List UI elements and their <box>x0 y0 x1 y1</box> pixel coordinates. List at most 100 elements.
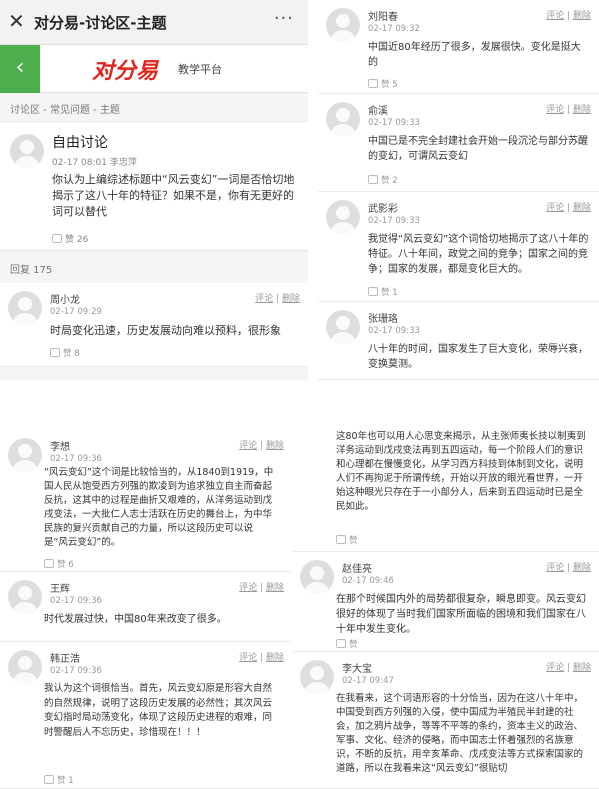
avatar <box>8 438 42 472</box>
delete-link[interactable]: 删除 <box>573 663 591 673</box>
post-body: 中国已是不完全封建社会开始一段沉沦与部分苏醒的变幻，可谓风云变幻 <box>368 136 588 162</box>
avatar <box>326 102 360 136</box>
post-body: 我觉得“风云变幻”这个词恰切地揭示了这八十年的特征。八十年间，政党之间的竞争；国… <box>368 234 589 275</box>
thumbs-up-icon <box>336 639 346 648</box>
back-button[interactable]: ‹ <box>0 45 40 93</box>
comment-link[interactable]: 评论 <box>239 653 257 663</box>
comment-link[interactable]: 评论 <box>546 663 564 673</box>
separator: | <box>260 441 264 451</box>
delete-link[interactable]: 删除 <box>573 105 591 115</box>
reply-post: 赵佳亮 02-17 09:46 评论 | 删除 在那个时候国内外的局势都很复杂，… <box>292 552 599 652</box>
post-time: 02-17 09:36 <box>50 454 102 464</box>
post-author: 王辉 <box>50 584 70 595</box>
post-body: “风云变幻”这个词是比较恰当的，从1840到1919，中国人民从饱受西方列强的欺… <box>44 467 274 548</box>
delete-link[interactable]: 删除 <box>573 563 591 573</box>
post-time: 02-17 09:36 <box>50 666 102 676</box>
topic-card: 自由讨论 02-17 08:01 李忠萍 你认为上编综述标题中“风云变幻”一词是… <box>0 121 308 251</box>
post-actions: 评论 | 删除 <box>239 650 284 663</box>
reply-post: 李想 02-17 09:36 评论 | 删除 “风云变幻”这个词是比较恰当的，从… <box>0 430 292 572</box>
post-actions: 评论 | 删除 <box>546 102 591 115</box>
separator: | <box>276 294 280 304</box>
post-actions: 评论 | 删除 <box>546 8 591 21</box>
close-icon[interactable]: ✕ <box>8 9 25 33</box>
comment-link[interactable]: 评论 <box>239 441 257 451</box>
reply-post: 俞溪 02-17 09:33 评论 | 删除 中国已是不完全封建社会开始一段沉沦… <box>318 94 599 192</box>
more-icon[interactable]: ··· <box>274 8 294 29</box>
post-actions: 评论 | 删除 <box>239 438 284 451</box>
delete-link[interactable]: 删除 <box>573 11 591 21</box>
thumbs-up-icon <box>44 775 54 784</box>
delete-link[interactable]: 删除 <box>266 583 284 593</box>
comment-link[interactable]: 评论 <box>546 105 564 115</box>
reply-post: 李大宝 02-17 09:47 评论 | 删除 在我看来，这个词语形容的十分恰当… <box>292 652 599 789</box>
post-author: 张珊珞 <box>368 314 398 325</box>
like-button[interactable]: 赞 6 <box>44 558 74 570</box>
like-count: 赞 <box>349 536 358 546</box>
separator: | <box>567 11 571 21</box>
delete-link[interactable]: 删除 <box>266 653 284 663</box>
post-time: 02-17 09:32 <box>368 24 420 34</box>
reply-list-screen-4: 这80年也可以用人心思变来揭示，从主张师夷长技以制夷到洋务运动到戊戌变法再到五四… <box>292 424 599 789</box>
like-button[interactable]: 赞 8 <box>50 347 80 359</box>
separator: | <box>260 583 264 593</box>
like-button[interactable]: 赞 <box>336 638 358 650</box>
comment-link[interactable]: 评论 <box>239 583 257 593</box>
delete-link[interactable]: 删除 <box>266 441 284 451</box>
like-count: 赞 8 <box>63 349 80 359</box>
like-count: 赞 26 <box>65 235 89 245</box>
post-body: 我认为这个词很恰当。首先，风云变幻原是形容大自然的自然规律，说明了这段历史发展的… <box>44 683 273 738</box>
post-body: 时代发展过快，中国80年来改变了很多。 <box>44 614 227 625</box>
reply-post: 张珊珞 02-17 09:33 八十年的时间，国家发生了巨大变化，荣辱兴衰，变换… <box>318 302 599 380</box>
thumbs-up-icon <box>336 535 346 544</box>
post-author: 周小龙 <box>50 295 80 306</box>
post-actions: 评论 | 删除 <box>255 291 300 304</box>
avatar <box>326 200 360 234</box>
reply-post: 武影彩 02-17 09:33 评论 | 删除 我觉得“风云变幻”这个词恰切地揭… <box>318 192 599 302</box>
post-actions: 评论 | 删除 <box>546 660 591 673</box>
delete-link[interactable]: 删除 <box>573 203 591 213</box>
comment-link[interactable]: 评论 <box>546 563 564 573</box>
like-button[interactable]: 赞 1 <box>44 774 74 786</box>
reply-list-screen-2: 刘阳春 02-17 09:32 评论 | 删除 中国近80年经历了很多，发展很快… <box>318 0 599 380</box>
brand-bar: ‹ 对分易 教学平台 <box>0 45 308 93</box>
post-body: 时局变化迅速，历史发展动向难以预料，很形象 <box>50 324 281 337</box>
avatar <box>326 8 360 42</box>
reply-post-continued: 这80年也可以用人心思变来揭示，从主张师夷长技以制夷到洋务运动到戊戌变法再到五四… <box>292 424 599 552</box>
comment-link[interactable]: 评论 <box>546 11 564 21</box>
comment-link[interactable]: 评论 <box>546 203 564 213</box>
avatar <box>8 650 42 684</box>
post-author: 刘阳春 <box>368 12 398 23</box>
topic-screen: ✕ 对分易-讨论区-主题 ··· ‹ 对分易 教学平台 讨论区 - 常见问题 -… <box>0 0 308 380</box>
delete-link[interactable]: 删除 <box>282 294 300 304</box>
separator: | <box>567 563 571 573</box>
post-actions: 评论 | 删除 <box>546 560 591 573</box>
like-button[interactable]: 赞 26 <box>52 232 88 245</box>
like-button[interactable]: 赞 5 <box>368 78 398 90</box>
like-button[interactable]: 赞 <box>336 534 358 546</box>
like-count: 赞 2 <box>381 176 398 186</box>
comment-link[interactable]: 评论 <box>255 294 273 304</box>
post-time: 02-17 09:46 <box>342 576 394 586</box>
topic-body: 你认为上编综述标题中“风云变幻”一词是否恰切地揭示了这八十年的特征？如果不是，你… <box>52 173 295 218</box>
reply-post: 韩正浩 02-17 09:36 评论 | 删除 我认为这个词很恰当。首先，风云变… <box>0 642 292 789</box>
reply-post: 王辉 02-17 09:36 评论 | 删除 时代发展过快，中国80年来改变了很… <box>0 572 292 642</box>
title-bar: ✕ 对分易-讨论区-主题 ··· <box>0 0 308 45</box>
post-author: 李大宝 <box>342 664 372 675</box>
post-body: 八十年的时间，国家发生了巨大变化，荣辱兴衰，变换莫测。 <box>368 344 588 370</box>
post-body: 在那个时候国内外的局势都很复杂，瞬息即变。风云变幻很好的体现了当时我们国家所面临… <box>336 594 586 635</box>
breadcrumb: 讨论区 - 常见问题 - 主题 <box>10 105 120 116</box>
post-time: 02-17 09:33 <box>368 118 420 128</box>
brand-subtitle: 教学平台 <box>178 63 222 76</box>
avatar <box>10 134 44 168</box>
thumbs-up-icon <box>50 348 60 357</box>
thumbs-up-icon <box>368 287 378 296</box>
post-time: 02-17 09:29 <box>50 307 102 317</box>
post-actions: 评论 | 删除 <box>546 200 591 213</box>
like-button[interactable]: 赞 1 <box>368 286 398 298</box>
separator: | <box>567 203 571 213</box>
post-time: 02-17 09:36 <box>50 596 102 606</box>
post-author: 赵佳亮 <box>342 564 372 575</box>
post-author: 韩正浩 <box>50 654 80 665</box>
like-button[interactable]: 赞 2 <box>368 174 398 186</box>
like-count: 赞 1 <box>381 288 398 298</box>
